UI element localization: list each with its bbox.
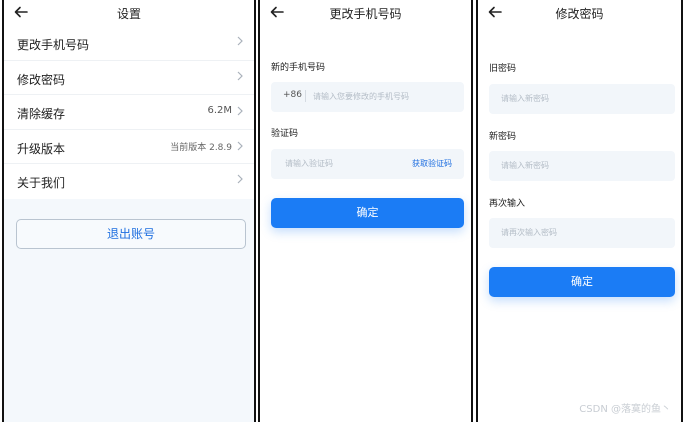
old-password-input[interactable]: 请输入新密码 [489,84,675,114]
settings-item-label: 修改密码 [17,72,66,87]
code-input[interactable]: 请输入验证码 获取验证码 [271,149,464,179]
settings-item-label: 更改手机号码 [17,38,90,52]
cache-size-value: 6.2M [207,105,232,116]
settings-item-change-phone[interactable]: 更改手机号码 [4,26,254,61]
chevron-right-icon [237,174,243,184]
settings-item-upgrade[interactable]: 升级版本 当前版本 2.8.9 [4,130,254,164]
repeat-password-placeholder: 请再次输入密码 [501,228,557,237]
version-value: 当前版本 2.8.9 [170,142,232,153]
chevron-right-icon [237,71,243,80]
change-password-navbar: 修改密码 [478,0,681,26]
old-password-label: 旧密码 [489,64,517,74]
repeat-password-input[interactable]: 请再次输入密码 [489,218,675,248]
new-password-input[interactable]: 请输入新密码 [489,151,675,181]
code-placeholder: 请输入验证码 [285,159,333,168]
chevron-right-icon [237,141,243,151]
change-phone-screen: 更改手机号码 新的手机号码 +86 请输入您要修改的手机号码 验证码 请输入验证… [258,0,473,422]
page-title: 更改手机号码 [329,7,402,21]
divider [305,90,306,102]
new-password-label: 新密码 [489,132,517,142]
settings-screen: 设置 更改手机号码 修改密码 清除缓存 6.2M 升级版本 当前版本 2.8.9 [2,0,256,422]
country-code[interactable]: +86 [283,90,302,100]
phone-input[interactable]: +86 请输入您要修改的手机号码 [271,82,464,112]
old-password-placeholder: 请输入新密码 [501,94,549,103]
settings-item-label: 关于我们 [17,176,66,190]
settings-list: 更改手机号码 修改密码 清除缓存 6.2M 升级版本 当前版本 2.8.9 关于… [4,26,254,199]
settings-item-about[interactable]: 关于我们 [4,164,254,199]
get-code-link[interactable]: 获取验证码 [412,158,452,169]
watermark: CSDN @落寞的鱼丶 [579,404,671,415]
confirm-button[interactable]: 确定 [271,198,464,228]
settings-item-clear-cache[interactable]: 清除缓存 6.2M [4,95,254,130]
settings-item-change-password[interactable]: 修改密码 [4,61,254,95]
new-password-placeholder: 请输入新密码 [501,161,549,170]
page-title: 设置 [116,7,141,21]
chevron-right-icon [237,36,243,46]
chevron-right-icon [237,106,243,115]
logout-button[interactable]: 退出账号 [16,219,246,249]
confirm-button[interactable]: 确定 [489,267,675,297]
change-phone-navbar: 更改手机号码 [260,0,471,26]
code-label: 验证码 [271,129,299,139]
settings-item-label: 清除缓存 [17,107,66,121]
phone-label: 新的手机号码 [271,63,326,73]
settings-navbar: 设置 [4,0,254,26]
repeat-password-label: 再次输入 [489,199,526,209]
change-password-screen: 修改密码 旧密码 请输入新密码 新密码 请输入新密码 再次输入 请再次输入密码 … [476,0,683,422]
page-title: 修改密码 [555,7,604,21]
settings-item-label: 升级版本 [17,141,66,156]
phone-placeholder: 请输入您要修改的手机号码 [313,92,409,101]
